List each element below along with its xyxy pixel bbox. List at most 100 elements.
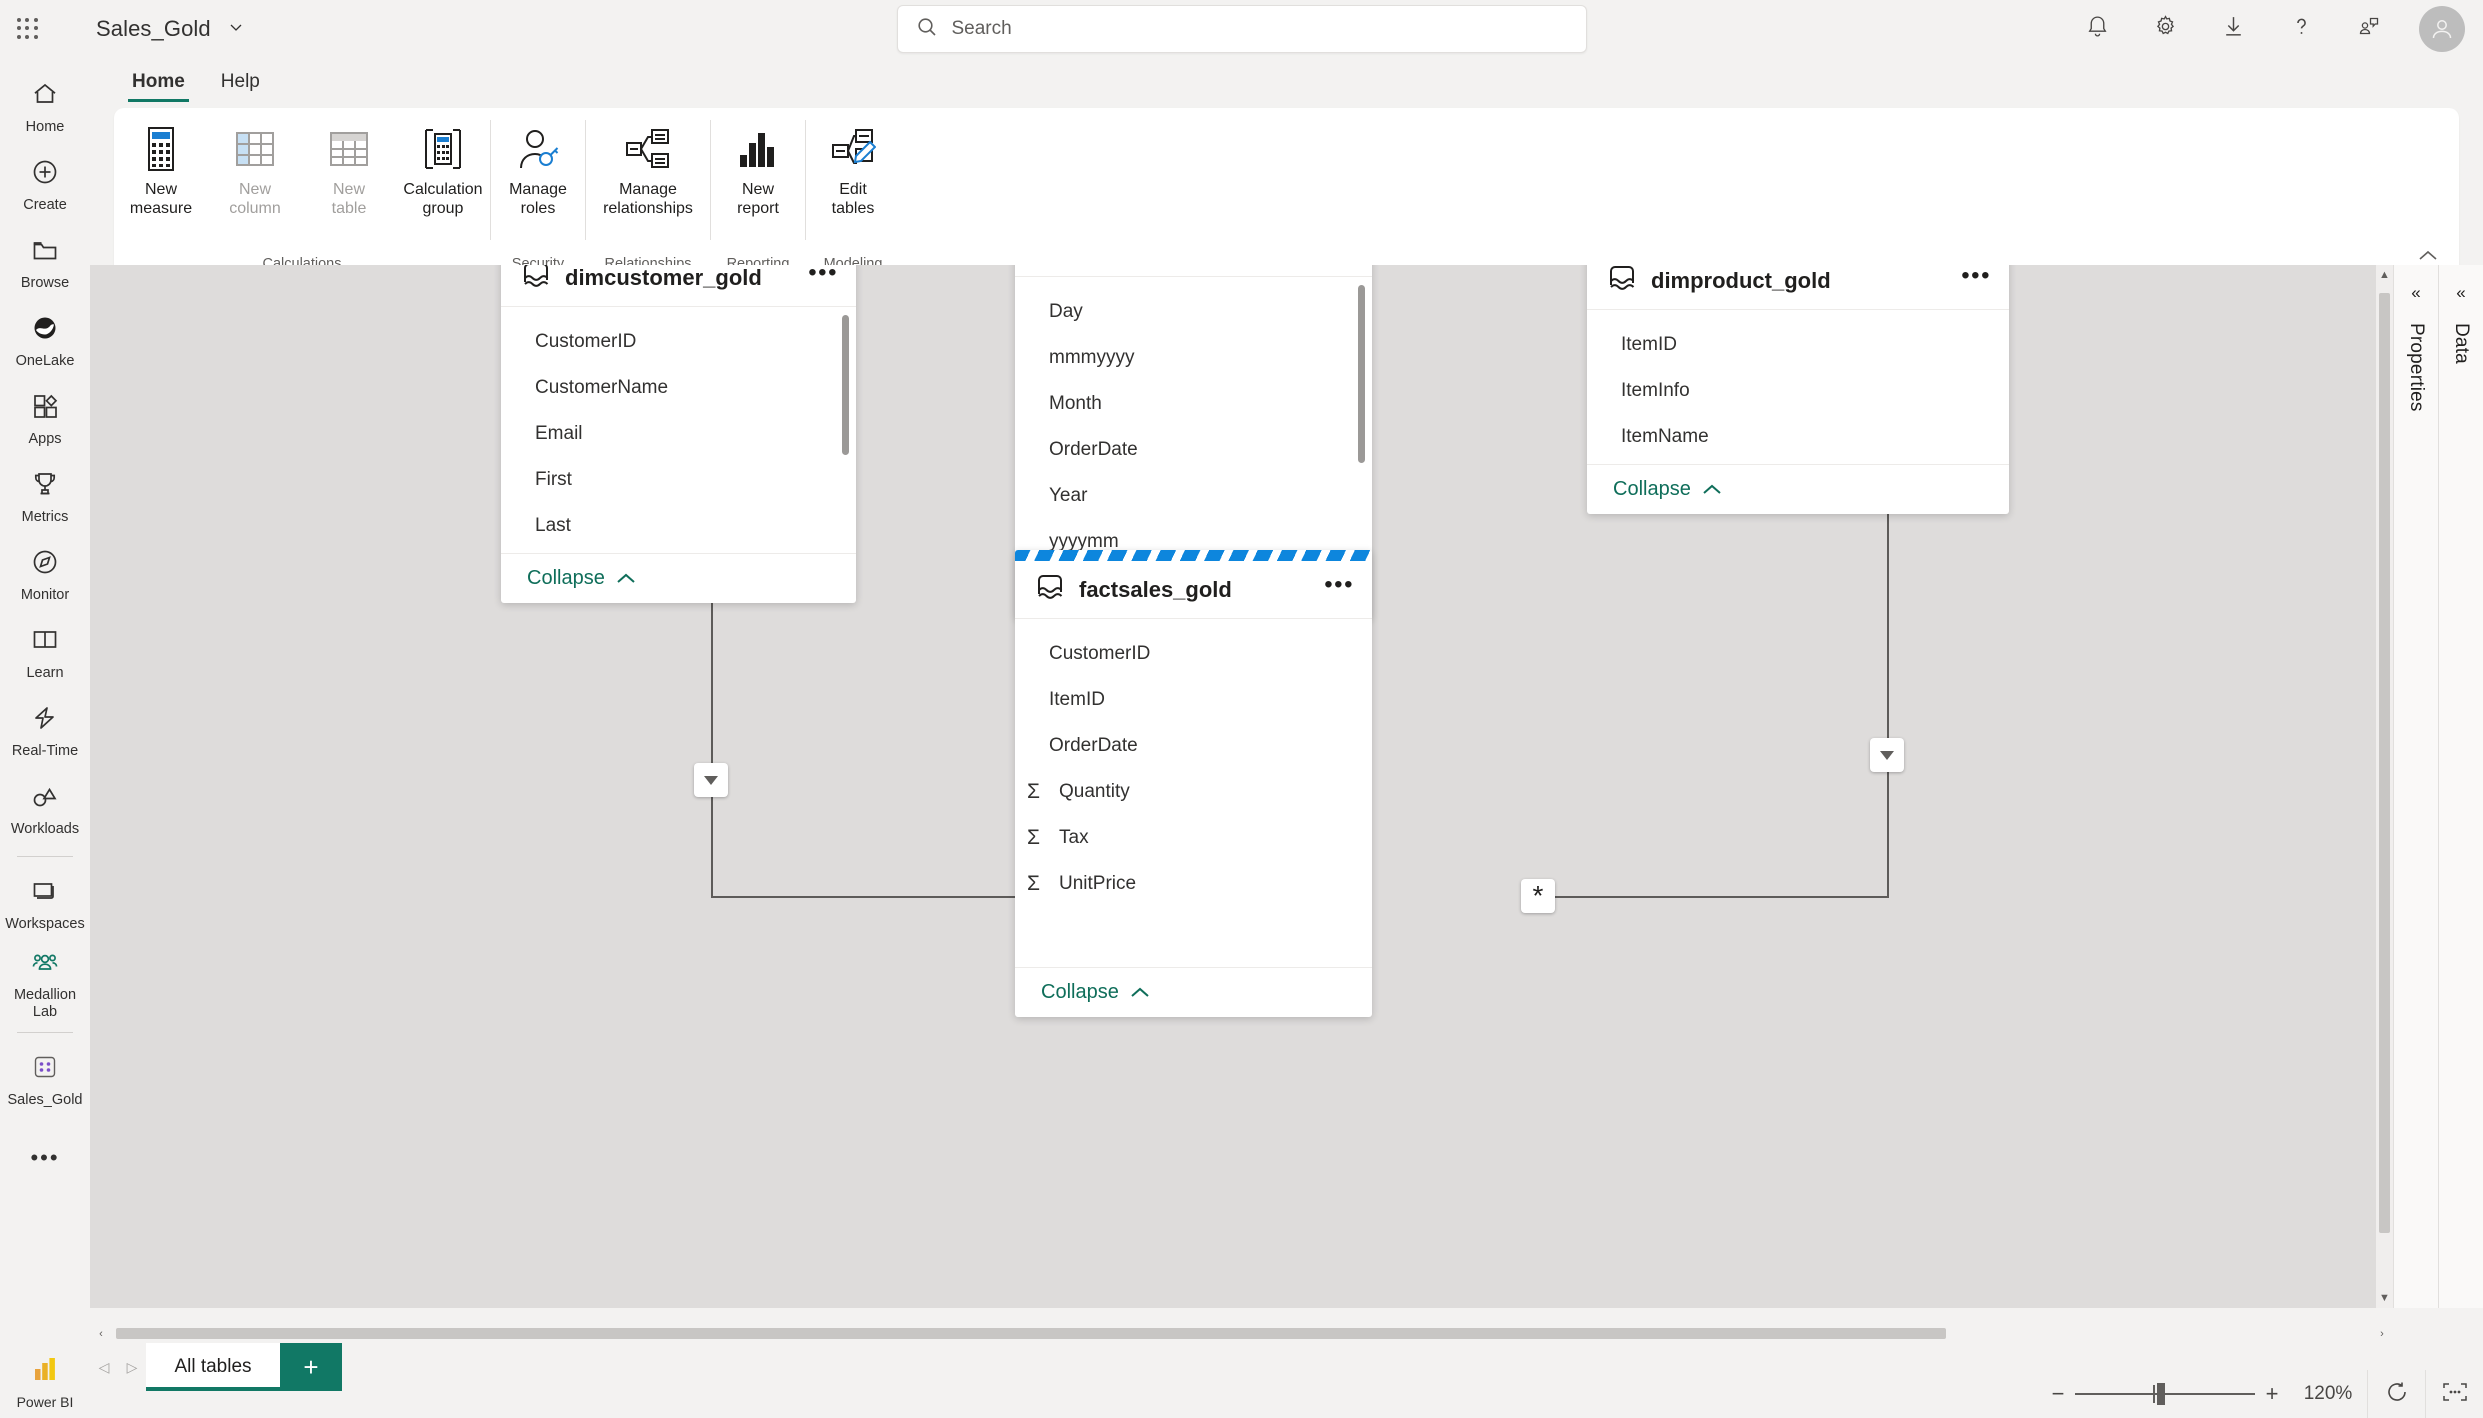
calculation-group-button[interactable]: Calculation group [396, 118, 490, 224]
table-field[interactable]: CustomerID [501, 319, 856, 365]
fit-to-screen-button[interactable] [2425, 1370, 2483, 1418]
sidebar-item-learn[interactable]: Learn [1, 614, 89, 692]
sidebar-item-metrics[interactable]: Metrics [1, 458, 89, 536]
tab-home[interactable]: Home [114, 71, 203, 102]
data-panel-collapsed[interactable]: « Data [2438, 265, 2483, 1308]
sidebar-item-apps[interactable]: Apps [1, 380, 89, 458]
table-card-dimproduct-gold[interactable]: dimproduct_gold ••• ItemID ItemInfo Item… [1587, 265, 2009, 514]
sheet-tab-all-tables[interactable]: All tables [146, 1343, 280, 1391]
relationship-cardinality-many-product[interactable]: * [1521, 879, 1555, 913]
app-launcher-button[interactable] [0, 0, 56, 58]
sidebar-item-real-time[interactable]: Real-Time [1, 692, 89, 770]
zoom-out-button[interactable]: − [2041, 1381, 2075, 1407]
table-field[interactable]: ItemName [1587, 414, 2009, 460]
search-box[interactable] [896, 5, 1587, 53]
properties-panel-collapsed[interactable]: « Properties [2393, 265, 2438, 1308]
help-button[interactable] [2279, 7, 2323, 51]
previous-page-button[interactable]: ◁ [90, 1343, 118, 1391]
sidebar-item-monitor[interactable]: Monitor [1, 536, 89, 614]
scroll-left-arrow[interactable]: ‹ [90, 1328, 112, 1340]
settings-button[interactable] [2143, 7, 2187, 51]
scroll-right-arrow[interactable]: › [2371, 1328, 2393, 1340]
manage-relationships-button[interactable]: Manage relationships [586, 118, 710, 224]
avatar[interactable] [2419, 6, 2465, 52]
table-more-options-button[interactable]: ••• [808, 265, 838, 288]
tab-help[interactable]: Help [203, 71, 278, 102]
table-field[interactable]: CustomerID [1015, 631, 1372, 677]
zoom-in-button[interactable]: + [2255, 1381, 2289, 1407]
sidebar-item-workspaces[interactable]: Workspaces [1, 865, 89, 943]
table-collapse-button[interactable]: Collapse [501, 553, 856, 603]
sidebar-item-sales-gold[interactable]: Sales_Gold [1, 1041, 89, 1119]
table-card-header[interactable]: dimcustomer_gold ••• [501, 265, 856, 307]
table-field[interactable]: mmmyyyy [1015, 335, 1372, 381]
sidebar-item-medallion-lab[interactable]: Medallion Lab [1, 943, 89, 1024]
notifications-button[interactable] [2075, 7, 2119, 51]
table-field[interactable]: Month [1015, 381, 1372, 427]
sidebar-item-home[interactable]: Home [1, 68, 89, 146]
table-field[interactable]: OrderDate [1015, 723, 1372, 769]
relationship-direction-arrow-customer[interactable] [694, 763, 728, 797]
canvas-hscroll-thumb[interactable] [116, 1328, 1946, 1339]
chevron-down-icon[interactable] [227, 18, 245, 41]
zoom-level-label[interactable]: 120% [2289, 1383, 2367, 1405]
table-field-scrollbar[interactable] [842, 315, 849, 455]
sidebar-item-onelake[interactable]: OneLake [1, 302, 89, 380]
relationship-direction-arrow-product[interactable] [1870, 738, 1904, 772]
new-table-button[interactable]: New table [302, 118, 396, 224]
chevron-left-double-icon[interactable]: « [2456, 283, 2465, 303]
table-field[interactable]: First [501, 457, 856, 503]
table-field-scrollbar[interactable] [1358, 285, 1365, 463]
manage-roles-button[interactable]: Manage roles [491, 118, 585, 224]
table-field[interactable]: Year [1015, 473, 1372, 519]
reset-zoom-button[interactable] [2367, 1370, 2425, 1418]
table-field-measure[interactable]: Σ Quantity [1015, 769, 1372, 815]
table-field-list[interactable]: ItemID ItemInfo ItemName [1587, 310, 2009, 464]
sidebar-item-workloads[interactable]: Workloads [1, 770, 89, 848]
table-field[interactable]: ItemInfo [1587, 368, 2009, 414]
zoom-slider[interactable] [2075, 1383, 2255, 1405]
search-input[interactable] [951, 18, 1586, 40]
table-more-options-button[interactable]: ••• [1324, 573, 1354, 600]
canvas-vertical-scrollbar[interactable]: ▲ ▼ [2376, 265, 2393, 1308]
scroll-down-arrow[interactable]: ▼ [2379, 1292, 2390, 1308]
table-field[interactable]: OrderDate [1015, 427, 1372, 473]
sidebar-overflow-button[interactable]: ••• [1, 1119, 89, 1197]
table-field[interactable]: CustomerName [501, 365, 856, 411]
workspace-item-title[interactable]: Sales_Gold [96, 16, 211, 42]
table-more-options-button[interactable]: ••• [1961, 265, 1991, 291]
canvas-horizontal-scrollbar[interactable]: ‹ › [90, 1325, 2393, 1343]
table-field[interactable]: Day [1015, 289, 1372, 335]
next-page-button[interactable]: ▷ [118, 1343, 146, 1391]
table-collapse-button[interactable]: Collapse [1587, 464, 2009, 514]
table-card-header[interactable]: factsales_gold ••• [1015, 561, 1372, 619]
zoom-slider-thumb[interactable] [2157, 1383, 2165, 1405]
downloads-button[interactable] [2211, 7, 2255, 51]
edit-tables-button[interactable]: Edit tables [806, 118, 900, 224]
rail-product-footer[interactable]: Power BI [0, 1355, 90, 1410]
table-field[interactable]: ItemID [1015, 677, 1372, 723]
table-card-header[interactable]: dimdate_gold ••• [1015, 265, 1372, 277]
scroll-up-arrow[interactable]: ▲ [2379, 265, 2390, 281]
table-field[interactable]: ItemID [1587, 322, 2009, 368]
chevron-left-double-icon[interactable]: « [2411, 283, 2420, 303]
table-card-dimcustomer-gold[interactable]: dimcustomer_gold ••• CustomerID Customer… [501, 265, 856, 603]
table-field-list[interactable]: CustomerID ItemID OrderDate Σ Quantity ΣT… [1015, 619, 1372, 967]
new-column-button[interactable]: New column [208, 118, 302, 224]
table-collapse-button[interactable]: Collapse [1015, 967, 1372, 1017]
table-card-factsales-gold[interactable]: factsales_gold ••• CustomerID ItemID Ord… [1015, 550, 1372, 1017]
feedback-button[interactable] [2347, 7, 2391, 51]
table-field-list[interactable]: CustomerID CustomerName Email First Last [501, 307, 856, 553]
model-diagram-canvas[interactable]: 1 * 1 * 1 * dimcustomer_gold ••• [90, 265, 2393, 1308]
table-field[interactable]: Last [501, 503, 856, 549]
sidebar-item-create[interactable]: Create [1, 146, 89, 224]
table-field-measure[interactable]: Σ UnitPrice [1015, 861, 1372, 907]
new-measure-button[interactable]: New measure [114, 118, 208, 224]
new-report-button[interactable]: New report [711, 118, 805, 224]
add-sheet-button[interactable]: + [280, 1343, 342, 1391]
table-field[interactable]: Email [501, 411, 856, 457]
table-card-header[interactable]: dimproduct_gold ••• [1587, 265, 2009, 310]
table-field-measure[interactable]: Σ Tax [1015, 815, 1372, 861]
table-field-list[interactable]: Day mmmyyyy Month OrderDate Year yyyymm [1015, 277, 1372, 569]
canvas-vscroll-thumb[interactable] [2379, 293, 2390, 1233]
